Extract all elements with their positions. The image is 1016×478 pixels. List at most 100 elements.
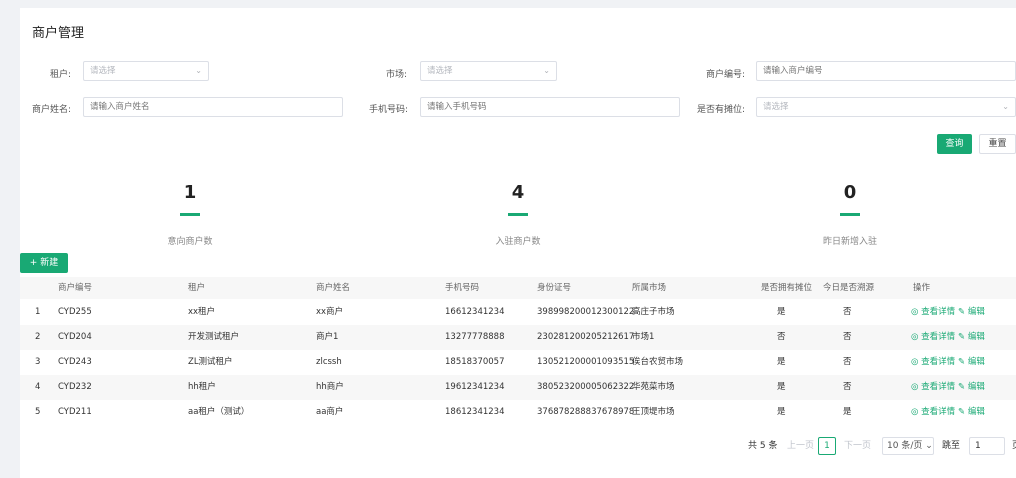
- cell-traced-today: 否: [843, 307, 852, 317]
- page-title: 商户管理: [32, 26, 85, 41]
- column-header-merchant-no: 商户编号: [58, 283, 93, 293]
- market-select[interactable]: 请选择 ⌄: [420, 61, 557, 81]
- cell-tenant: hh租户: [188, 382, 216, 392]
- view-details-label: 查看详情: [921, 307, 956, 317]
- cell-tenant: 开发测试租户: [188, 332, 240, 342]
- view-details-label: 查看详情: [921, 357, 956, 367]
- market-select-placeholder: 请选择: [427, 66, 453, 76]
- view-details-link[interactable]: ◎ 查看详情: [911, 300, 955, 325]
- merchant-no-input[interactable]: [756, 61, 1016, 81]
- column-header-tenant: 租户: [188, 283, 206, 293]
- stat-new-yesterday-label: 昨日新增入驻: [822, 237, 877, 247]
- merchant-no-label: 商户编号:: [706, 70, 746, 80]
- cell-phone: 19612341234: [445, 382, 505, 392]
- cell-phone: 16612341234: [445, 307, 505, 317]
- chevron-down-icon: ⌄: [922, 441, 933, 451]
- page-suffix: 页: [1012, 437, 1016, 455]
- stat-intent-value: 1: [183, 182, 197, 203]
- view-details-label: 查看详情: [921, 407, 956, 417]
- has-stall-select-placeholder: 请选择: [763, 102, 789, 112]
- cell-traced-today: 否: [843, 332, 852, 342]
- cell-tenant: ZL测试租户: [188, 357, 233, 367]
- cell-has-stall: 否: [777, 332, 786, 342]
- cell-merchant-no: CYD232: [58, 382, 92, 392]
- stat-settled-label: 入驻商户数: [495, 237, 541, 247]
- cell-traced-today: 否: [843, 357, 852, 367]
- cell-market: 市场1: [632, 332, 655, 342]
- jump-label: 跳至: [942, 441, 961, 451]
- cell-merchant-no: CYD255: [58, 307, 92, 317]
- edit-label: 编辑: [967, 407, 985, 417]
- cell-id-number: 380523200005062322: [537, 382, 635, 392]
- column-header-market: 所属市场: [632, 283, 667, 293]
- edit-label: 编辑: [967, 382, 985, 392]
- row-index: 3: [35, 357, 41, 367]
- row-index: 1: [35, 307, 41, 317]
- edit-link[interactable]: ✎ 编辑: [958, 300, 985, 325]
- edit-icon: ✎: [958, 407, 966, 417]
- edit-link[interactable]: ✎ 编辑: [958, 375, 985, 400]
- pagination-current-page[interactable]: 1: [818, 437, 836, 455]
- page-size-select[interactable]: 10 条/页 ⌄: [882, 437, 934, 455]
- phone-input[interactable]: [420, 97, 680, 117]
- pagination-next[interactable]: 下一页: [844, 437, 871, 455]
- stat-settled-underline: [508, 213, 528, 216]
- cell-traced-today: 是: [843, 407, 852, 417]
- reset-button[interactable]: 重置: [979, 134, 1016, 154]
- cell-merchant-no: CYD211: [58, 407, 92, 417]
- pagination-prev[interactable]: 上一页: [787, 437, 814, 455]
- cell-phone: 18518370057: [445, 357, 505, 367]
- tenant-select[interactable]: 请选择 ⌄: [83, 61, 209, 81]
- column-header-has-stall: 是否拥有摊位: [761, 283, 813, 293]
- cell-market: 华苑菜市场: [632, 382, 675, 392]
- edit-link[interactable]: ✎ 编辑: [958, 350, 985, 375]
- column-header-id-number: 身份证号: [537, 283, 572, 293]
- edit-icon: ✎: [958, 382, 966, 392]
- page-size-value: 10 条/页: [887, 441, 923, 451]
- merchant-name-input[interactable]: [83, 97, 343, 117]
- chevron-down-icon: ⌄: [543, 66, 550, 75]
- eye-icon: ◎: [911, 382, 919, 392]
- stat-intent-label: 意向商户数: [167, 237, 213, 247]
- merchant-management-panel: 商户管理 租户: 请选择 ⌄ 市场: 请选择 ⌄ 商户编号: 商户姓名: 手机号…: [20, 8, 1016, 478]
- cell-traced-today: 否: [843, 382, 852, 392]
- stat-new-yesterday-value: 0: [843, 182, 857, 203]
- query-button[interactable]: 查询: [937, 134, 972, 154]
- stat-new-yesterday-underline: [840, 213, 860, 216]
- tenant-select-placeholder: 请选择: [90, 66, 116, 76]
- view-details-label: 查看详情: [921, 332, 956, 342]
- cell-phone: 18612341234: [445, 407, 505, 417]
- cell-merchant-name: aa商户: [316, 407, 344, 417]
- column-header-phone: 手机号码: [445, 283, 480, 293]
- cell-merchant-name: hh商户: [316, 382, 344, 392]
- edit-label: 编辑: [967, 332, 985, 342]
- view-details-link[interactable]: ◎ 查看详情: [911, 375, 955, 400]
- stat-intent-underline: [180, 213, 200, 216]
- view-details-link[interactable]: ◎ 查看详情: [911, 350, 955, 375]
- edit-label: 编辑: [967, 307, 985, 317]
- view-details-label: 查看详情: [921, 382, 956, 392]
- edit-icon: ✎: [958, 357, 966, 367]
- merchant-name-label: 商户姓名:: [32, 105, 72, 115]
- view-details-link[interactable]: ◎ 查看详情: [911, 325, 955, 350]
- stat-settled-value: 4: [511, 182, 525, 203]
- cell-has-stall: 是: [777, 407, 786, 417]
- edit-label: 编辑: [967, 357, 985, 367]
- cell-merchant-name: zlcssh: [316, 357, 342, 367]
- cell-tenant: aa租户（测试）: [188, 407, 250, 417]
- edit-link[interactable]: ✎ 编辑: [958, 400, 985, 425]
- view-details-link[interactable]: ◎ 查看详情: [911, 400, 955, 425]
- market-label: 市场:: [386, 70, 408, 80]
- cell-id-number: 398998200012300122: [537, 307, 635, 317]
- row-index: 5: [35, 407, 41, 417]
- cell-id-number: 130521200001093515: [537, 357, 635, 367]
- cell-id-number: 376878288837678978: [537, 407, 635, 417]
- cell-market: 王顶堤市场: [632, 407, 675, 417]
- jump-page-input[interactable]: [969, 437, 1005, 455]
- has-stall-select[interactable]: 请选择 ⌄: [756, 97, 1016, 117]
- cell-has-stall: 是: [777, 307, 786, 317]
- new-merchant-button[interactable]: + 新建: [20, 253, 68, 273]
- edit-link[interactable]: ✎ 编辑: [958, 325, 985, 350]
- chevron-down-icon: ⌄: [1002, 102, 1009, 111]
- table-row: 2 CYD204 开发测试租户 商户1 13277778888 23028120…: [20, 325, 1016, 350]
